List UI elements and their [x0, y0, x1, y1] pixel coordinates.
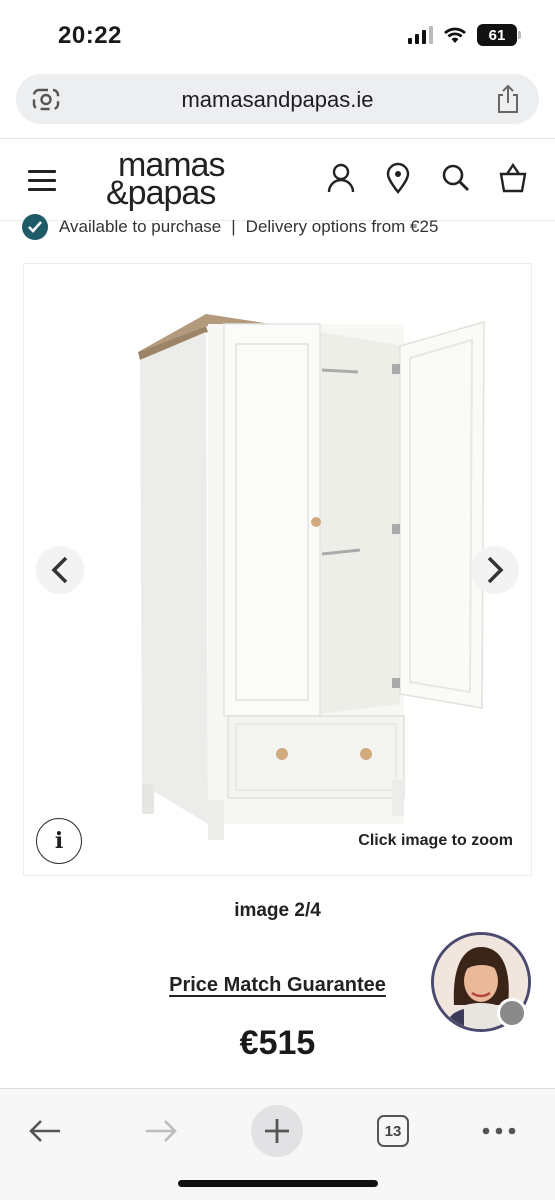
menu-icon[interactable]: [28, 170, 56, 192]
chat-status-dot: [497, 998, 527, 1028]
search-icon[interactable]: [440, 162, 470, 194]
divider: [0, 138, 555, 139]
image-counter: image 2/4: [234, 900, 321, 921]
status-time: 20:22: [58, 22, 122, 49]
product-image-gallery[interactable]: i Click image to zoom: [23, 263, 532, 876]
share-icon[interactable]: [495, 84, 521, 114]
info-button[interactable]: i: [36, 818, 82, 864]
site-header: mamas &papas: [0, 140, 555, 220]
more-icon: [482, 1127, 516, 1135]
delivery-options-text: Delivery options from €25: [245, 217, 439, 236]
availability-row: Available to purchase | Delivery options…: [22, 214, 542, 240]
arrow-left-icon: [29, 1120, 60, 1142]
zoom-hint: Click image to zoom: [358, 832, 513, 849]
forward-button[interactable]: [135, 1105, 187, 1157]
logo-text-bottom: &papas: [106, 174, 216, 212]
more-options-button[interactable]: [473, 1105, 525, 1157]
cellular-signal-icon: [408, 26, 433, 44]
plus-icon: [265, 1119, 289, 1143]
chevron-left-icon: [51, 556, 68, 584]
arrow-right-icon: [146, 1120, 177, 1142]
status-bar: 20:22 61: [0, 0, 555, 70]
status-icons: 61: [408, 24, 521, 46]
tabs-count: 13: [377, 1115, 409, 1147]
basket-icon[interactable]: [498, 162, 528, 194]
previous-image-button[interactable]: [36, 546, 84, 594]
account-icon[interactable]: [326, 162, 356, 194]
back-button[interactable]: [19, 1105, 71, 1157]
availability-status: Available to purchase: [59, 217, 222, 236]
next-image-button[interactable]: [471, 546, 519, 594]
tab-switcher-button[interactable]: 13: [367, 1105, 419, 1157]
logo[interactable]: mamas &papas: [106, 148, 256, 214]
home-indicator: [178, 1180, 378, 1187]
wifi-icon: [444, 27, 466, 43]
url-text[interactable]: mamasandpapas.ie: [16, 87, 539, 113]
address-bar[interactable]: mamasandpapas.ie: [16, 74, 539, 124]
store-locator-icon[interactable]: [383, 162, 413, 194]
availability-separator: |: [231, 217, 236, 236]
check-icon: [22, 214, 48, 240]
chevron-right-icon: [487, 556, 504, 584]
new-tab-button[interactable]: [251, 1105, 303, 1157]
battery-indicator: 61: [477, 24, 521, 46]
